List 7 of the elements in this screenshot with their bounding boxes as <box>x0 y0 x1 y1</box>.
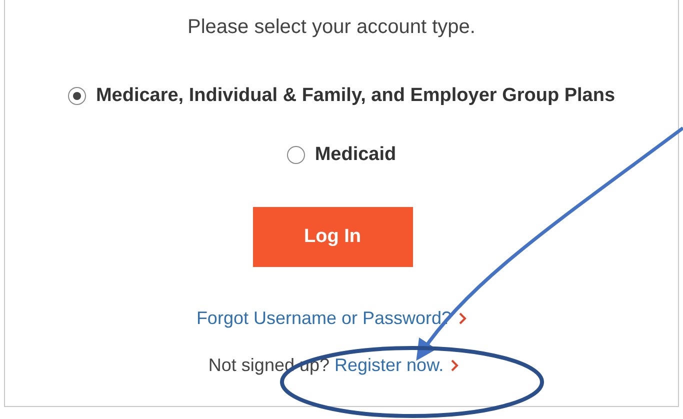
register-link[interactable]: Register now. <box>334 352 459 379</box>
chevron-right-icon <box>450 359 459 372</box>
radio-option[interactable]: Medicare, Individual & Family, and Employer Group Plans <box>68 82 616 110</box>
login-button[interactable]: Log In <box>252 207 412 267</box>
chevron-right-icon <box>458 312 467 325</box>
radio-option[interactable]: Medicaid <box>286 140 396 169</box>
heading: Please select your account type. <box>188 15 476 40</box>
